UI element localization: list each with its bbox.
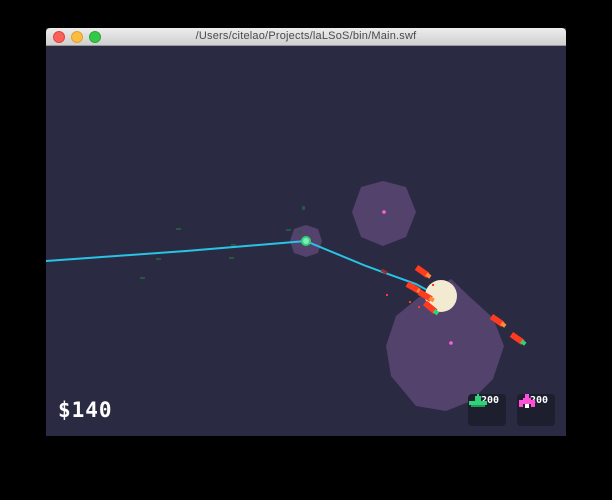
buy-fighter-button[interactable]: $200 — [517, 394, 555, 426]
buy-tank-button[interactable]: $200 — [468, 394, 506, 426]
green-tank-icon — [469, 394, 487, 407]
playfield[interactable] — [46, 46, 566, 436]
laser-beam-left — [46, 240, 307, 262]
tower-node-ring — [303, 238, 309, 244]
pink-fighter-icon — [519, 394, 535, 408]
window-title: /Users/citelao/Projects/laLSoS/bin/Main.… — [195, 30, 417, 42]
zone-center-large — [449, 341, 453, 345]
money-counter: $140 — [58, 398, 113, 422]
game-canvas[interactable]: $140 $200 $200 — [46, 46, 566, 436]
enemy-ship[interactable] — [509, 331, 527, 347]
zone-center-upper — [382, 210, 386, 214]
app-window: /Users/citelao/Projects/laLSoS/bin/Main.… — [46, 28, 566, 436]
enemy-ship[interactable] — [414, 264, 432, 280]
title-bar[interactable]: /Users/citelao/Projects/laLSoS/bin/Main.… — [46, 28, 566, 46]
